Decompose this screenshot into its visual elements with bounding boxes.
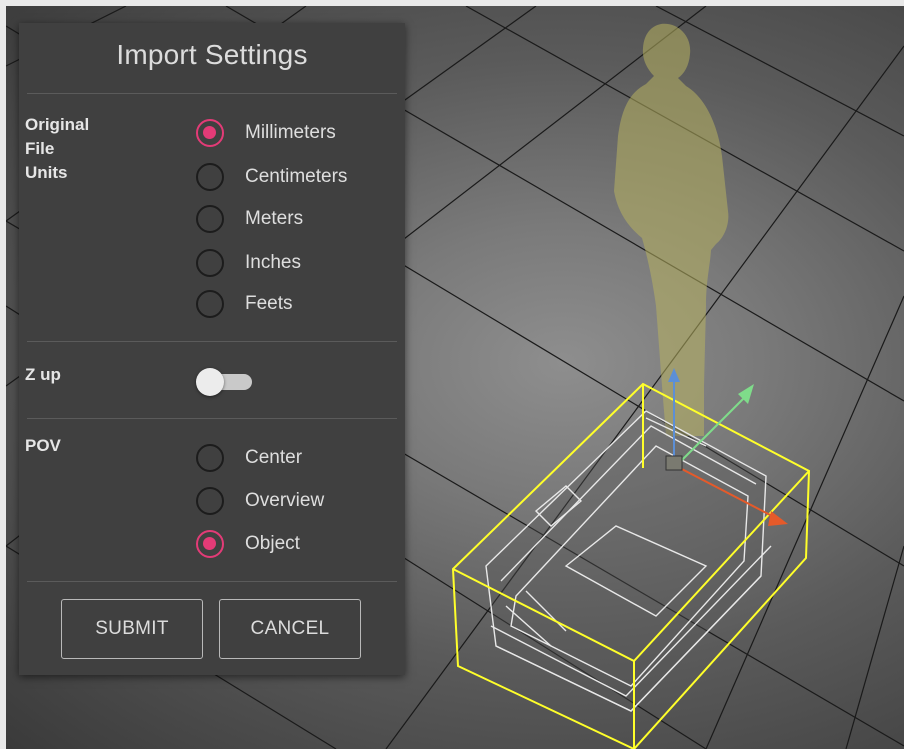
pov-option-object[interactable]: Object (196, 529, 300, 559)
pov-label: POV (25, 436, 61, 455)
human-scale-reference (614, 23, 729, 437)
zup-toggle[interactable] (196, 366, 256, 396)
model-wireframe (485, 410, 772, 712)
zup-label: Z up (25, 365, 61, 384)
pov-option-center[interactable]: Center (196, 443, 302, 473)
divider (27, 341, 397, 342)
toggle-thumb[interactable] (196, 368, 224, 396)
radio-button-checked[interactable] (196, 119, 224, 147)
radio-button[interactable] (196, 487, 224, 515)
import-settings-dialog: Import Settings Original File Units Mill… (19, 23, 405, 675)
dialog-title: Import Settings (116, 39, 308, 70)
units-section-label: Original File Units (25, 115, 90, 182)
submit-button[interactable]: SUBMIT (61, 599, 203, 659)
radio-button[interactable] (196, 163, 224, 191)
pov-option-overview[interactable]: Overview (196, 486, 324, 516)
radio-button[interactable] (196, 290, 224, 318)
radio-button-checked[interactable] (196, 530, 224, 558)
divider (27, 581, 397, 582)
radio-button[interactable] (196, 249, 224, 277)
cancel-button[interactable]: CANCEL (219, 599, 361, 659)
units-option-meters[interactable]: Meters (196, 204, 303, 234)
divider (27, 93, 397, 94)
units-option-centimeters[interactable]: Centimeters (196, 162, 347, 192)
radio-button[interactable] (196, 205, 224, 233)
radio-button[interactable] (196, 444, 224, 472)
units-option-feets[interactable]: Feets (196, 289, 293, 319)
units-option-inches[interactable]: Inches (196, 248, 301, 278)
divider (27, 418, 397, 419)
units-option-millimeters[interactable]: Millimeters (196, 118, 336, 148)
